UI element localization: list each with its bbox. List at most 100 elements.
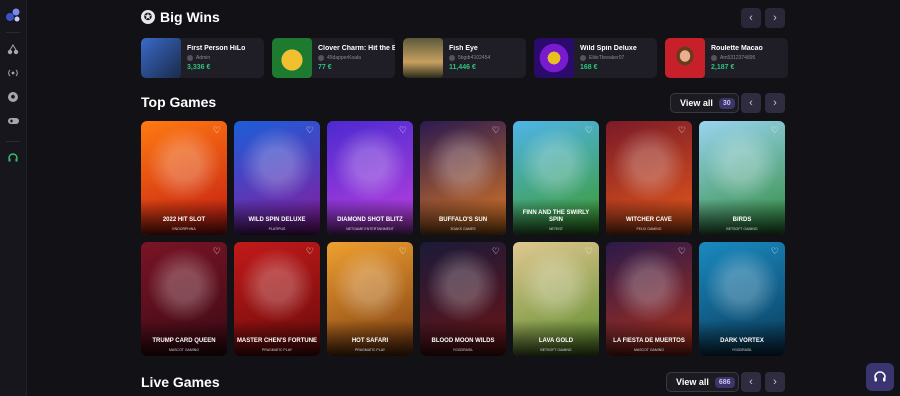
big-win-item[interactable]: Fish Eye 5bgdr4102454 11,446 € bbox=[403, 38, 526, 78]
game-thumbnail bbox=[665, 38, 705, 78]
big-win-item[interactable]: Wild Spin Deluxe EliteTbreaker07 168 € bbox=[534, 38, 657, 78]
game-card[interactable]: ♡ DARK VORTEX YGGDRASIL bbox=[699, 242, 785, 356]
top-games-header: Top Games bbox=[141, 94, 216, 110]
game-card[interactable]: ♡ 2022 HIT SLOT ENDORPHINA bbox=[141, 121, 227, 235]
game-card[interactable]: ♡ TRUMP CARD QUEEN MASCOT GAMING bbox=[141, 242, 227, 356]
win-user: EliteTbreaker07 bbox=[580, 55, 637, 61]
logo-icon[interactable] bbox=[4, 6, 22, 24]
game-provider: 3OAKS GAMES bbox=[450, 227, 476, 231]
headset-icon bbox=[874, 371, 886, 382]
game-title: HOT SAFARI bbox=[351, 338, 389, 345]
game-card[interactable]: ♡ DIAMOND SHOT BLITZ NETGAME ENTERTAINMENT bbox=[327, 121, 413, 235]
game-thumbnail bbox=[141, 38, 181, 78]
game-title: BUFFALO'S SUN bbox=[438, 217, 488, 224]
heart-icon[interactable]: ♡ bbox=[678, 125, 686, 136]
game-title: WITCHER CAVE bbox=[626, 217, 672, 224]
win-user: Am5312374895 bbox=[711, 55, 763, 61]
win-user: 45dapperKoala bbox=[318, 55, 395, 61]
prev-button[interactable]: ‹ bbox=[741, 93, 761, 113]
game-provider: FELIX GAMING bbox=[636, 227, 662, 231]
game-thumbnail bbox=[534, 38, 574, 78]
game-provider: ENDORPHINA bbox=[172, 227, 196, 231]
sidebar bbox=[0, 0, 27, 396]
win-user-name: EliteTbreaker07 bbox=[589, 55, 625, 61]
game-provider: YGGDRASIL bbox=[731, 348, 753, 352]
game-title: LA FIESTA DE MUERTOS bbox=[613, 338, 685, 345]
heart-icon[interactable]: ♡ bbox=[399, 125, 407, 136]
game-provider: YGGDRASIL bbox=[452, 348, 474, 352]
game-title: 2022 HIT SLOT bbox=[162, 217, 206, 224]
win-game-name: Clover Charm: Hit the Bo bbox=[318, 45, 395, 52]
broadcast-icon[interactable] bbox=[6, 66, 20, 80]
game-thumbnail bbox=[272, 38, 312, 78]
win-user-name: 5bgdr4102454 bbox=[458, 55, 491, 61]
live-games-view-all-button[interactable]: View all 686 bbox=[666, 372, 739, 392]
top-games-view-all-button[interactable]: View all 30 bbox=[670, 93, 739, 113]
live-games-nav: ‹ › bbox=[741, 372, 785, 392]
win-game-name: Fish Eye bbox=[449, 45, 478, 52]
game-card[interactable]: ♡ BIRDS BETSOFT GAMING bbox=[699, 121, 785, 235]
section-title-live-games: Live Games bbox=[141, 374, 220, 390]
game-title: DIAMOND SHOT BLITZ bbox=[337, 217, 403, 224]
user-icon bbox=[318, 55, 324, 61]
win-user: 5bgdr4102454 bbox=[449, 55, 490, 61]
view-all-label: View all bbox=[676, 377, 709, 387]
win-amount: 3,336 € bbox=[187, 64, 211, 71]
user-icon bbox=[580, 55, 586, 61]
heart-icon[interactable]: ♡ bbox=[306, 125, 314, 136]
top-games-row-2: ♡ TRUMP CARD QUEEN MASCOT GAMING ♡ MASTER CH… bbox=[141, 242, 785, 356]
game-title: LAVA GOLD bbox=[538, 338, 574, 345]
game-title: WILD SPIN DELUXE bbox=[248, 217, 306, 224]
support-chat-button[interactable] bbox=[866, 363, 894, 391]
win-game-name: Wild Spin Deluxe bbox=[580, 45, 637, 52]
game-provider: BETSOFT GAMING bbox=[726, 227, 758, 231]
view-all-count: 30 bbox=[718, 97, 735, 109]
game-card[interactable]: ♡ WILD SPIN DELUXE PLATIPUS bbox=[234, 121, 320, 235]
heart-icon[interactable]: ♡ bbox=[771, 246, 779, 257]
big-win-item[interactable]: First Person HiLo Admin 3,336 € bbox=[141, 38, 264, 78]
heart-icon[interactable]: ♡ bbox=[585, 246, 593, 257]
heart-icon[interactable]: ♡ bbox=[399, 246, 407, 257]
main-content: ✪ Big Wins ‹ › First Person HiLo Admin 3… bbox=[27, 0, 900, 396]
heart-icon[interactable]: ♡ bbox=[213, 246, 221, 257]
heart-icon[interactable]: ♡ bbox=[492, 125, 500, 136]
heart-icon[interactable]: ♡ bbox=[492, 246, 500, 257]
game-card[interactable]: ♡ FINN AND THE SWIRLY SPIN NETENT bbox=[513, 121, 599, 235]
prev-button[interactable]: ‹ bbox=[741, 372, 761, 392]
big-win-item[interactable]: Clover Charm: Hit the Bo 45dapperKoala 7… bbox=[272, 38, 395, 78]
win-user-name: 45dapperKoala bbox=[327, 55, 361, 61]
game-provider: MASCOT GAMING bbox=[633, 348, 665, 352]
game-title: BIRDS bbox=[732, 217, 752, 224]
next-button[interactable]: › bbox=[765, 93, 785, 113]
big-win-item[interactable]: Roulette Macao Am5312374895 2,187 € bbox=[665, 38, 788, 78]
game-card[interactable]: ♡ WITCHER CAVE FELIX GAMING bbox=[606, 121, 692, 235]
win-amount: 11,446 € bbox=[449, 64, 476, 71]
game-thumbnail bbox=[403, 38, 443, 78]
top-games-nav: ‹ › bbox=[741, 93, 785, 113]
top-games-row-1: ♡ 2022 HIT SLOT ENDORPHINA ♡ WILD SPIN DELUX… bbox=[141, 121, 785, 235]
next-button[interactable]: › bbox=[765, 8, 785, 28]
win-amount: 77 € bbox=[318, 64, 332, 71]
game-provider: NETGAME ENTERTAINMENT bbox=[346, 227, 394, 231]
heart-icon[interactable]: ♡ bbox=[585, 125, 593, 136]
game-provider: PRAGMATIC PLAY bbox=[354, 348, 386, 352]
win-game-name: Roulette Macao bbox=[711, 45, 763, 52]
game-card[interactable]: ♡ LA FIESTA DE MUERTOS MASCOT GAMING bbox=[606, 242, 692, 356]
view-all-count: 686 bbox=[714, 376, 735, 388]
game-card[interactable]: ♡ LAVA GOLD BETSOFT GAMING bbox=[513, 242, 599, 356]
game-card[interactable]: ♡ HOT SAFARI PRAGMATIC PLAY bbox=[327, 242, 413, 356]
heart-icon[interactable]: ♡ bbox=[771, 125, 779, 136]
game-title: TRUMP CARD QUEEN bbox=[152, 338, 216, 345]
gamepad-icon[interactable] bbox=[6, 114, 20, 128]
next-button[interactable]: › bbox=[765, 372, 785, 392]
game-card[interactable]: ♡ MASTER CHEN'S FORTUNE PRAGMATIC PLAY bbox=[234, 242, 320, 356]
support-icon[interactable] bbox=[6, 151, 20, 165]
soccer-ball-icon[interactable] bbox=[6, 90, 20, 104]
heart-icon[interactable]: ♡ bbox=[678, 246, 686, 257]
heart-icon[interactable]: ♡ bbox=[306, 246, 314, 257]
game-card[interactable]: ♡ BUFFALO'S SUN 3OAKS GAMES bbox=[420, 121, 506, 235]
cherries-icon[interactable] bbox=[6, 42, 20, 56]
prev-button[interactable]: ‹ bbox=[741, 8, 761, 28]
game-card[interactable]: ♡ BLOOD MOON WILDS YGGDRASIL bbox=[420, 242, 506, 356]
heart-icon[interactable]: ♡ bbox=[213, 125, 221, 136]
